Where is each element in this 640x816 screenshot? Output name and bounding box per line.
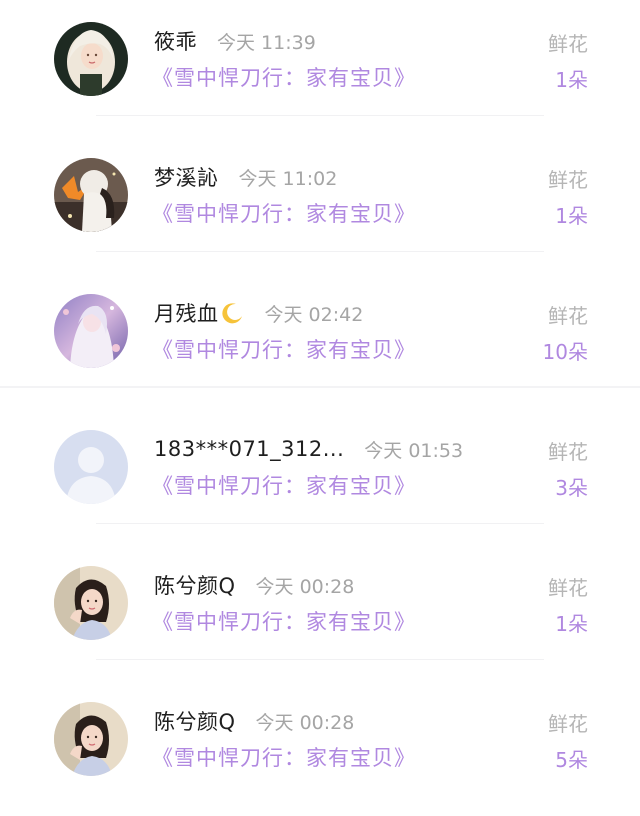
name-line: 梦溪訫 今天 11:02: [154, 162, 337, 192]
divider: [96, 251, 544, 252]
timestamp: 今天 02:42: [264, 303, 364, 326]
timestamp: 今天 11:02: [238, 167, 338, 190]
name-line: 陈兮颜Q 今天 00:28: [154, 706, 354, 736]
list-item[interactable]: 月残血 今天 02:42 《雪中悍刀行：家有宝贝》 鲜花 10朵: [0, 272, 640, 408]
divider: [96, 115, 544, 116]
name-line: 陈兮颜Q 今天 00:28: [154, 570, 354, 600]
name-line: 月残血 今天 02:42: [154, 298, 363, 328]
timestamp: 今天 00:28: [255, 711, 355, 734]
gift-count: 1朵: [555, 204, 588, 228]
timestamp: 今天 11:39: [217, 31, 316, 54]
list-item[interactable]: 梦溪訫 今天 11:02 《雪中悍刀行：家有宝贝》 鲜花 1朵: [0, 136, 640, 272]
name-line: 183***071_312... 今天 01:53: [154, 434, 463, 464]
gift-count: 3朵: [555, 476, 588, 500]
divider: [96, 523, 544, 524]
timestamp: 今天 01:53: [364, 439, 464, 462]
list-item[interactable]: 183***071_312... 今天 01:53 《雪中悍刀行：家有宝贝》 鲜…: [0, 408, 640, 544]
book-title[interactable]: 《雪中悍刀行：家有宝贝》: [152, 606, 416, 636]
list-item[interactable]: 陈兮颜Q 今天 00:28 《雪中悍刀行：家有宝贝》 鲜花 1朵: [0, 544, 640, 680]
crescent-moon-icon: [221, 301, 245, 325]
avatar-illustration-girl-icon[interactable]: [54, 158, 128, 232]
gift-type: 鲜花: [548, 712, 588, 736]
gift-type: 鲜花: [548, 168, 588, 192]
avatar-anime-girl-icon[interactable]: [54, 294, 128, 368]
avatar-white-hair-girl-icon[interactable]: [54, 22, 128, 96]
gift-type: 鲜花: [548, 304, 588, 328]
gift-record-list: 筱乖 今天 11:39 《雪中悍刀行：家有宝贝》 鲜花 1朵 梦溪訫 今天 11…: [0, 0, 640, 807]
gift-type: 鲜花: [548, 32, 588, 56]
book-title[interactable]: 《雪中悍刀行：家有宝贝》: [152, 62, 416, 92]
user-name[interactable]: 梦溪訫: [154, 162, 219, 192]
gift-count: 1朵: [555, 68, 588, 92]
book-title[interactable]: 《雪中悍刀行：家有宝贝》: [152, 198, 416, 228]
list-item[interactable]: 陈兮颜Q 今天 00:28 《雪中悍刀行：家有宝贝》 鲜花 5朵: [0, 680, 640, 816]
divider: [0, 386, 640, 388]
user-name[interactable]: 月残血: [154, 298, 219, 328]
book-title[interactable]: 《雪中悍刀行：家有宝贝》: [152, 742, 416, 772]
list-item[interactable]: 筱乖 今天 11:39 《雪中悍刀行：家有宝贝》 鲜花 1朵: [0, 0, 640, 136]
timestamp: 今天 00:28: [255, 575, 355, 598]
gift-count: 1朵: [555, 612, 588, 636]
user-name[interactable]: 183***071_312...: [154, 437, 344, 461]
avatar-photo-girl-icon[interactable]: [54, 702, 128, 776]
gift-type: 鲜花: [548, 440, 588, 464]
avatar-photo-girl-icon[interactable]: [54, 566, 128, 640]
user-name[interactable]: 陈兮颜Q: [154, 706, 236, 736]
user-name[interactable]: 陈兮颜Q: [154, 570, 236, 600]
book-title[interactable]: 《雪中悍刀行：家有宝贝》: [152, 470, 416, 500]
gift-count: 10朵: [542, 340, 588, 364]
gift-type: 鲜花: [548, 576, 588, 600]
name-line: 筱乖 今天 11:39: [154, 26, 316, 56]
book-title[interactable]: 《雪中悍刀行：家有宝贝》: [152, 334, 416, 364]
divider: [96, 659, 544, 660]
gift-count: 5朵: [555, 748, 588, 772]
user-name[interactable]: 筱乖: [154, 26, 197, 56]
default-avatar-icon[interactable]: [54, 430, 128, 504]
